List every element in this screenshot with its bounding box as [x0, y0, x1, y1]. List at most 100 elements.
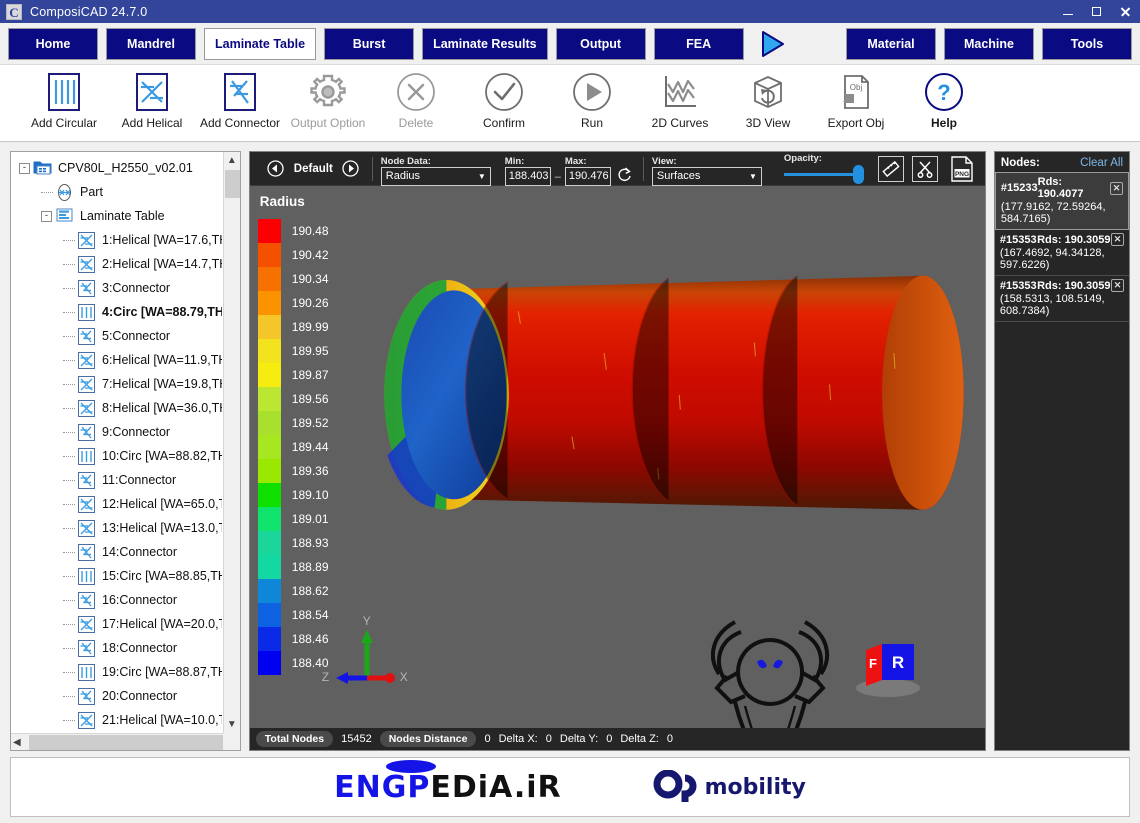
tree-vertical-scrollbar[interactable]: ▲ ▼: [222, 152, 240, 733]
three-d-canvas[interactable]: Radius 190.48 190.42 190.34 190.26 189.99 189…: [249, 186, 985, 728]
node-list-item[interactable]: #15353 Rds: 190.3059 ✕ (167.4692, 94.34128,…: [994, 230, 1129, 276]
scroll-up-icon[interactable]: ▲: [223, 152, 240, 169]
min-input[interactable]: 188.403: [504, 166, 551, 186]
tree-item[interactable]: 17:Helical [WA=20.0,THK=0.9715: [15, 612, 222, 636]
tree-item[interactable]: 9:Connector: [15, 420, 222, 444]
arrow-right-circle-icon[interactable]: [338, 156, 364, 182]
tab-output[interactable]: Output: [555, 27, 646, 60]
export-obj-button[interactable]: Obj Export Obj: [812, 66, 900, 140]
tree-item[interactable]: - Laminate Table: [15, 204, 222, 228]
delta-x-value: 0: [545, 733, 552, 745]
scissors-icon[interactable]: [911, 155, 938, 182]
range-dash: –: [554, 170, 561, 183]
scroll-down-icon[interactable]: ▼: [223, 716, 240, 733]
tree-item[interactable]: 5:Connector: [15, 324, 222, 348]
tab-laminate-table[interactable]: Laminate Table: [204, 27, 317, 60]
tree-item[interactable]: 21:Helical [WA=10.0,THK=0.9687: [15, 708, 222, 732]
close-icon[interactable]: [1111, 0, 1140, 23]
two-d-curves-button[interactable]: 2D Curves: [636, 66, 724, 140]
tree-item[interactable]: 19:Circ [WA=88.87,THK=1.836]: [15, 660, 222, 684]
tree-item-label: 16:Connector: [102, 593, 178, 607]
remove-node-icon[interactable]: ✕: [1110, 233, 1124, 246]
tree-item[interactable]: 6:Helical [WA=11.9,THK=0.9576]: [15, 348, 222, 372]
tree-item[interactable]: 18:Connector: [15, 636, 222, 660]
tree-item[interactable]: 10:Circ [WA=88.82,THK=2.295]: [15, 444, 222, 468]
output-option-button[interactable]: Output Option: [284, 66, 372, 140]
tree-horizontal-scrollbar[interactable]: ◀ ▶: [11, 733, 240, 750]
node-list-item[interactable]: #15353 Rds: 190.3059 ✕ (158.5313, 108.5149,…: [994, 276, 1129, 322]
tree-rows: - CPV80L_H2550_v02.01 Part - Laminate Table 1…: [11, 152, 222, 732]
ribbon-toolbar: Add Circular Add Helical Add Connector O…: [0, 64, 1140, 142]
remove-node-icon[interactable]: ✕: [1110, 181, 1123, 195]
scrollbar-corner: [222, 733, 240, 750]
maximize-icon[interactable]: [1082, 0, 1111, 23]
tree-item[interactable]: 16:Connector: [15, 588, 222, 612]
node-id: #15353: [999, 279, 1037, 292]
connector-icon: [77, 471, 96, 490]
node-list-item[interactable]: #15233 Rds: 190.4077 ✕ (177.9162, 72.59264,…: [994, 172, 1129, 230]
delete-label: Delete: [398, 116, 434, 130]
tree-item[interactable]: 8:Helical [WA=36.0,THK=0.8901]: [15, 396, 222, 420]
minimize-icon[interactable]: [1053, 0, 1082, 23]
tree-item[interactable]: 15:Circ [WA=88.85,THK=2.295]: [15, 564, 222, 588]
tree-item[interactable]: 14:Connector: [15, 540, 222, 564]
helical-icon: [77, 495, 96, 514]
add-helical-button[interactable]: Add Helical: [108, 66, 196, 140]
tree-item[interactable]: 20:Connector: [15, 684, 222, 708]
tree-item[interactable]: 7:Helical [WA=19.8,THK=0.9712]: [15, 372, 222, 396]
tree-item[interactable]: Part: [15, 180, 222, 204]
window-controls: [1053, 0, 1140, 23]
add-connector-button[interactable]: Add Connector: [196, 66, 284, 140]
tree-item[interactable]: 1:Helical [WA=17.6,THK=0.9647]: [15, 228, 222, 252]
three-d-view-button[interactable]: 3D View: [724, 66, 812, 140]
arrow-left-circle-icon[interactable]: [263, 156, 289, 182]
tab-mandrel[interactable]: Mandrel: [106, 27, 196, 60]
play-triangle-icon[interactable]: [754, 27, 790, 61]
tree-hscroll-thumb[interactable]: [29, 735, 240, 750]
tree-item[interactable]: 12:Helical [WA=65.0,THK=0.9305: [15, 492, 222, 516]
png-export-icon[interactable]: PNG: [945, 154, 979, 184]
view-mode-field: View: Surfaces ▼: [651, 156, 762, 186]
tree-expander[interactable]: -: [41, 210, 52, 222]
run-label: Run: [580, 116, 603, 130]
tab-material[interactable]: Material: [846, 27, 936, 60]
tree-item[interactable]: 2:Helical [WA=14.7,THK=0.9653]: [15, 252, 222, 276]
delete-button[interactable]: Delete: [372, 66, 460, 140]
tab-home[interactable]: Home: [8, 27, 98, 60]
tree-item[interactable]: 11:Connector: [15, 468, 222, 492]
tab-tools[interactable]: Tools: [1042, 27, 1132, 60]
clear-all-link[interactable]: Clear All: [1080, 157, 1123, 169]
view-mode-select[interactable]: Surfaces ▼: [651, 166, 762, 186]
scroll-left-icon[interactable]: ◀: [13, 737, 21, 748]
opacity-knob[interactable]: [852, 165, 864, 184]
op-logo-icon: [653, 770, 697, 802]
view-cube[interactable]: F R: [848, 632, 928, 702]
tree-item-label: 4:Circ [WA=88.79,THK=2.29: [102, 305, 222, 319]
connector-icon: [77, 591, 96, 610]
tab-fea[interactable]: FEA: [653, 27, 744, 60]
tree-item[interactable]: 4:Circ [WA=88.79,THK=2.29: [15, 300, 222, 324]
help-button[interactable]: ? Help: [900, 66, 988, 140]
add-helical-icon: [132, 70, 172, 114]
tree-expander[interactable]: -: [19, 162, 30, 174]
remove-node-icon[interactable]: ✕: [1110, 279, 1124, 292]
add-circular-button[interactable]: Add Circular: [20, 66, 108, 140]
ruler-icon[interactable]: [877, 155, 904, 182]
run-button[interactable]: Run: [548, 66, 636, 140]
tree-item[interactable]: 13:Helical [WA=13.0,THK=0.9714: [15, 516, 222, 540]
tree-vscroll-thumb[interactable]: [224, 170, 240, 198]
tab-burst[interactable]: Burst: [324, 27, 415, 60]
max-input[interactable]: 190.476: [564, 166, 611, 186]
tree-item[interactable]: 3:Connector: [15, 276, 222, 300]
helical-icon: [77, 255, 96, 274]
tree-item[interactable]: - CPV80L_H2550_v02.01: [15, 156, 222, 180]
refresh-icon[interactable]: [615, 164, 635, 186]
confirm-button[interactable]: Confirm: [460, 66, 548, 140]
opacity-slider[interactable]: [783, 164, 864, 186]
tree-item-label: 20:Connector: [102, 689, 178, 703]
node-data-select[interactable]: Radius ▼: [380, 166, 491, 186]
tab-laminate-results[interactable]: Laminate Results: [422, 27, 548, 60]
tab-machine[interactable]: Machine: [944, 27, 1034, 60]
confirm-label: Confirm: [482, 116, 525, 130]
application-window: C ComposiCAD 24.7.0 Home Mandrel Laminat…: [0, 0, 1140, 823]
